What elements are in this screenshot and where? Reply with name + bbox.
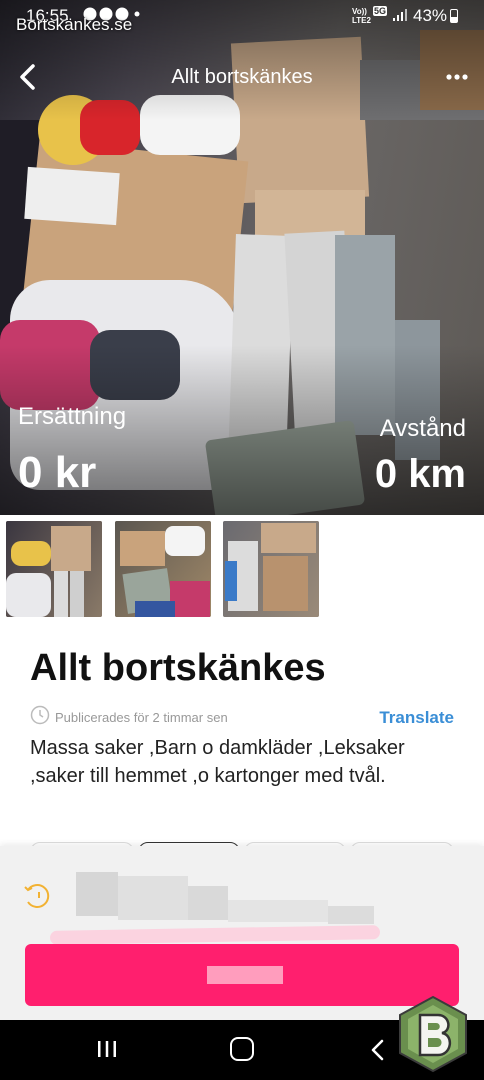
header-title: Allt bortskänkes [171, 66, 313, 88]
blurred-name [118, 876, 188, 920]
distance-value: 0 km [374, 452, 466, 496]
more-button[interactable] [444, 62, 470, 92]
price-label: Ersättning [18, 403, 127, 430]
blurred-name [76, 872, 118, 916]
published-time: Publicerades för 2 timmar sen [55, 710, 228, 725]
screen: 16:55 Vo)) LTE2 5G 43% Bortskänkes.se Al… [0, 0, 484, 1080]
watermark-url: Bortskänkes.se [16, 15, 133, 34]
signal-badge: 5G [373, 6, 388, 16]
blurred-name [188, 886, 228, 920]
more-dots-icon [446, 74, 468, 80]
recents-icon[interactable] [96, 1038, 118, 1060]
timer-icon [24, 884, 50, 908]
battery-percent: 43% [413, 6, 448, 25]
blurred-name [228, 900, 328, 922]
listing-description: Massa saker ,Barn o damkläder ,Leksaker … [30, 737, 405, 787]
thumbnail-3[interactable] [223, 521, 319, 617]
home-icon[interactable] [230, 1037, 254, 1061]
network-top: Vo)) [352, 7, 367, 16]
blurred-name [328, 906, 374, 924]
network-indicator: Vo)) LTE2 [352, 7, 371, 25]
price-value: 0 kr [18, 448, 97, 497]
back-icon[interactable] [368, 1037, 388, 1063]
battery-icon [450, 9, 458, 23]
signal-bars-icon [393, 9, 407, 21]
thumbnail-2[interactable] [115, 521, 211, 617]
translate-link[interactable]: Translate [379, 708, 454, 728]
contact-button-label-blurred [207, 966, 283, 984]
distance-label: Avstånd [379, 415, 466, 442]
clock-icon [30, 705, 50, 725]
blurred-stripe [49, 925, 381, 945]
listing-title: Allt bortskänkes [30, 647, 326, 689]
listing-details: Allt bortskänkes Publicerades för 2 timm… [0, 625, 484, 862]
thumbnail-strip [0, 515, 484, 625]
brand-logo-icon [399, 995, 467, 1073]
thumbnail-1[interactable] [6, 521, 102, 617]
network-bottom: LTE2 [352, 16, 371, 25]
